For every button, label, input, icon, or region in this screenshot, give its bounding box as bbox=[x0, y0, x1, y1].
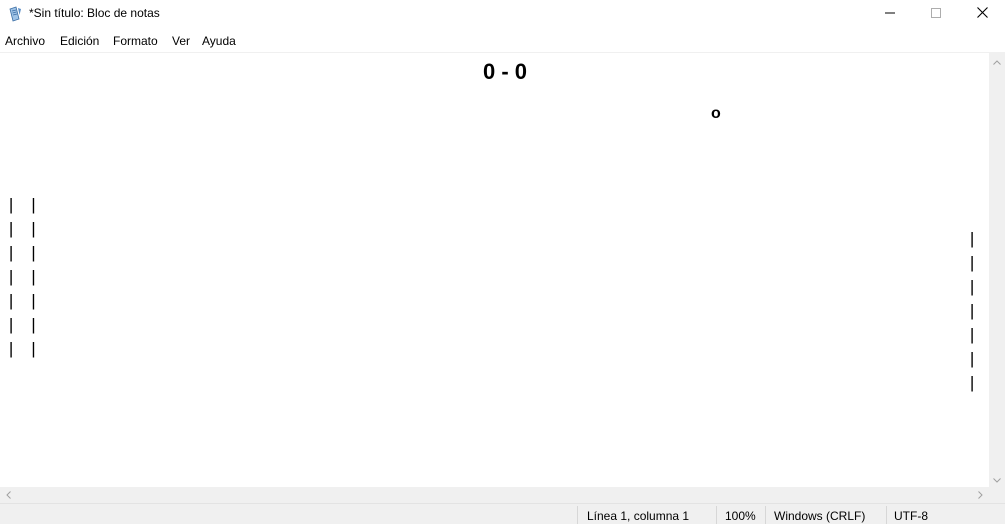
zoom-level: 100% bbox=[725, 509, 756, 523]
maximize-button[interactable] bbox=[913, 0, 959, 28]
status-divider bbox=[716, 506, 717, 524]
maximize-icon bbox=[931, 5, 941, 23]
scroll-right-button[interactable] bbox=[972, 487, 989, 503]
encoding: UTF-8 bbox=[894, 509, 928, 523]
left-paddle-text: | | | | | | | | | | | | | | bbox=[6, 197, 40, 360]
menu-archivo[interactable]: Archivo bbox=[5, 34, 45, 48]
menu-edicion[interactable]: Edición bbox=[60, 34, 99, 48]
chevron-left-icon bbox=[6, 486, 11, 504]
status-divider bbox=[577, 506, 578, 524]
close-button[interactable] bbox=[959, 0, 1005, 28]
minimize-icon bbox=[885, 5, 895, 23]
menu-ver[interactable]: Ver bbox=[172, 34, 190, 48]
right-paddle-text: | | | | | | | | | | | | | | bbox=[967, 231, 979, 394]
scrollbar-corner bbox=[989, 487, 1005, 503]
menu-bar: Archivo Edición Formato Ver Ayuda bbox=[0, 30, 1005, 52]
cursor-position: Línea 1, columna 1 bbox=[587, 509, 690, 523]
status-divider bbox=[765, 506, 766, 524]
notepad-icon bbox=[7, 6, 23, 22]
close-icon bbox=[976, 5, 988, 23]
window-title: *Sin título: Bloc de notas bbox=[29, 6, 160, 20]
ball-text: o bbox=[711, 105, 721, 122]
line-ending: Windows (CRLF) bbox=[774, 509, 866, 523]
text-editor[interactable]: 0 - 0 o | | | | | | | | | | | | | | | | … bbox=[0, 52, 989, 488]
chevron-right-icon bbox=[978, 486, 983, 504]
scroll-down-button[interactable] bbox=[989, 470, 1005, 487]
menu-ayuda[interactable]: Ayuda bbox=[202, 34, 236, 48]
horizontal-scrollbar[interactable] bbox=[0, 487, 989, 503]
chevron-up-icon bbox=[993, 52, 1001, 70]
status-bar: Línea 1, columna 1 100% Windows (CRLF) U… bbox=[0, 503, 1005, 524]
scroll-up-button[interactable] bbox=[989, 52, 1005, 69]
scroll-left-button[interactable] bbox=[0, 487, 17, 503]
status-divider bbox=[886, 506, 887, 524]
score-text: 0 - 0 bbox=[482, 59, 528, 84]
title-bar[interactable]: *Sin título: Bloc de notas bbox=[0, 0, 1005, 28]
notepad-window: *Sin título: Bloc de notas Archivo Edici… bbox=[0, 0, 1005, 524]
vertical-scrollbar[interactable] bbox=[989, 52, 1005, 487]
chevron-down-icon bbox=[993, 470, 1001, 488]
minimize-button[interactable] bbox=[867, 0, 913, 28]
menu-formato[interactable]: Formato bbox=[113, 34, 158, 48]
